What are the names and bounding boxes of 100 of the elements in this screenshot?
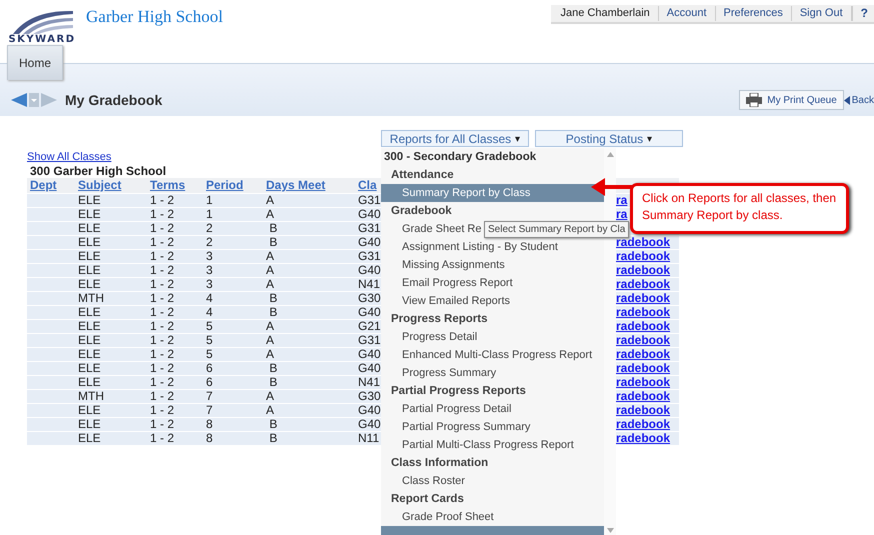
table-cell-text: 1 - 2 <box>149 250 176 263</box>
menu-item[interactable]: Summary Report by Class <box>381 184 604 202</box>
menu-item[interactable]: Grade Proof Sheet <box>381 508 604 526</box>
table-cell-text: G30 <box>357 292 382 305</box>
column-header[interactable]: Terms <box>147 178 188 193</box>
table-cell-text: ELE <box>77 418 102 431</box>
scroll-up-icon[interactable] <box>606 152 614 157</box>
menu-item[interactable]: View Emailed Reports <box>381 292 604 310</box>
table-cell-text: 1 - 2 <box>149 376 176 389</box>
table-cell-text: 1 - 2 <box>149 306 176 319</box>
menu-button[interactable]: Reports for All Classes ▾ <box>381 130 529 147</box>
column-header[interactable]: Dept <box>27 178 60 193</box>
tooltip: Select Summary Report by Cla <box>484 221 630 238</box>
gradebook-link[interactable]: ra <box>613 194 630 207</box>
menu-item[interactable]: Enhanced Multi-Class Progress Report <box>381 346 604 364</box>
gradebook-link[interactable]: radebook <box>613 320 674 333</box>
scroll-down-icon[interactable] <box>606 528 614 533</box>
table-cell-text: ELE <box>77 432 102 445</box>
table-cell-text: ELE <box>77 362 102 375</box>
table-cell-text: 7 <box>205 390 214 403</box>
gradebook-link[interactable]: radebook <box>613 376 674 389</box>
table-cell-text: A <box>265 404 276 417</box>
table-cell-text: B <box>268 236 278 249</box>
menu-group-label: Report Cards <box>390 492 465 507</box>
table-cell-text: ELE <box>77 278 102 291</box>
gradebook-link[interactable]: radebook <box>613 348 674 361</box>
callout-note: Click on Reports for all classes, then Summary Report by class. <box>630 183 849 234</box>
table-cell-text: G40 <box>357 236 382 249</box>
nav-link[interactable]: Account <box>658 6 716 21</box>
table-cell-text: A <box>265 320 276 333</box>
print-queue-button[interactable]: My Print Queue <box>739 90 844 110</box>
user-name: Jane Chamberlain <box>550 6 659 21</box>
table-cell-text: ELE <box>77 264 102 277</box>
back-link[interactable]: Back <box>844 94 874 106</box>
nav-link[interactable]: Sign Out <box>792 6 852 21</box>
table-cell-text: G40 <box>357 264 382 277</box>
table-cell-text: 3 <box>205 264 214 277</box>
table-cell-text: B <box>268 222 278 235</box>
gradebook-link[interactable]: ra <box>613 208 630 221</box>
dropdown-icon[interactable] <box>29 93 39 107</box>
gradebook-link[interactable]: radebook <box>613 362 674 375</box>
table-cell-text: 5 <box>205 334 214 347</box>
menu-item[interactable]: Email Progress Report <box>381 274 604 292</box>
menu-item[interactable]: Progress Summary <box>381 364 604 382</box>
table-cell-text: ELE <box>77 306 102 319</box>
menu-item[interactable]: Assignment Listing - By Student <box>381 238 604 256</box>
page-title: My Gradebook <box>65 92 162 108</box>
table-cell-text: A <box>265 208 276 221</box>
menu-group-label: Attendance <box>390 168 455 183</box>
gradebook-link[interactable]: radebook <box>613 334 674 347</box>
menu-button[interactable]: Posting Status ▾ <box>535 130 683 147</box>
table-cell-text: 1 - 2 <box>149 404 176 417</box>
table-cell-text: 1 - 2 <box>149 320 176 333</box>
table-cell-text: 1 - 2 <box>149 348 176 361</box>
column-header[interactable]: Subject <box>75 178 124 193</box>
table-cell-text: A <box>265 278 276 291</box>
forward-arrow-icon[interactable] <box>41 93 57 107</box>
help-link[interactable]: ? <box>852 6 874 21</box>
callout-arrow <box>589 176 633 198</box>
gradebook-link[interactable]: radebook <box>613 250 674 263</box>
column-header[interactable]: Period <box>203 178 246 193</box>
table-cell-text: 1 - 2 <box>149 418 176 431</box>
show-all-link[interactable]: Show All Classes <box>27 151 112 164</box>
table-cell-text: G30 <box>357 390 382 403</box>
nav-link[interactable]: Preferences <box>716 6 792 21</box>
gradebook-link[interactable]: radebook <box>613 404 674 417</box>
gradebook-link[interactable]: radebook <box>613 264 674 277</box>
gradebook-link[interactable]: radebook <box>613 236 674 249</box>
column-header[interactable]: Cla <box>355 178 380 193</box>
menu-group-label: Partial Progress Reports <box>390 384 527 399</box>
table-cell-text: G31 <box>357 250 382 263</box>
table-cell-text: ELE <box>77 376 102 389</box>
menu-item[interactable]: Progress Detail <box>381 328 604 346</box>
column-header[interactable]: Days Meet <box>263 178 328 193</box>
menu-item[interactable]: Partial Progress Detail <box>381 400 604 418</box>
gradebook-link[interactable]: radebook <box>613 432 674 445</box>
menu-item[interactable]: Class Roster <box>381 472 604 490</box>
table-cell-text: N11 <box>357 432 380 445</box>
menu-item[interactable]: Missing Assignments <box>381 256 604 274</box>
table-cell-text: B <box>268 362 278 375</box>
back-arrow-icon[interactable] <box>11 93 27 107</box>
gradebook-link[interactable]: radebook <box>613 306 674 319</box>
table-cell-text: 1 - 2 <box>149 208 176 221</box>
menu-item[interactable]: Partial Progress Summary <box>381 418 604 436</box>
table-cell-text: ELE <box>77 194 102 207</box>
gradebook-link[interactable]: radebook <box>613 278 674 291</box>
home-tab[interactable]: Home <box>7 45 64 80</box>
school-heading: 300 Garber High School <box>30 165 166 178</box>
menu-group-label: Gradebook <box>390 204 453 219</box>
gradebook-link[interactable]: radebook <box>613 292 674 305</box>
table-cell-text: G40 <box>357 208 382 221</box>
gradebook-link[interactable]: radebook <box>613 390 674 403</box>
table-cell-text: MTH <box>77 292 105 305</box>
table-cell-text: 7 <box>205 404 214 417</box>
table-cell-text: G40 <box>357 306 382 319</box>
table-cell-text: B <box>268 306 278 319</box>
table-cell-text: 1 - 2 <box>149 390 176 403</box>
table-cell-text: ELE <box>77 320 102 333</box>
menu-item[interactable]: Partial Multi-Class Progress Report <box>381 436 604 454</box>
gradebook-link[interactable]: radebook <box>613 418 674 431</box>
